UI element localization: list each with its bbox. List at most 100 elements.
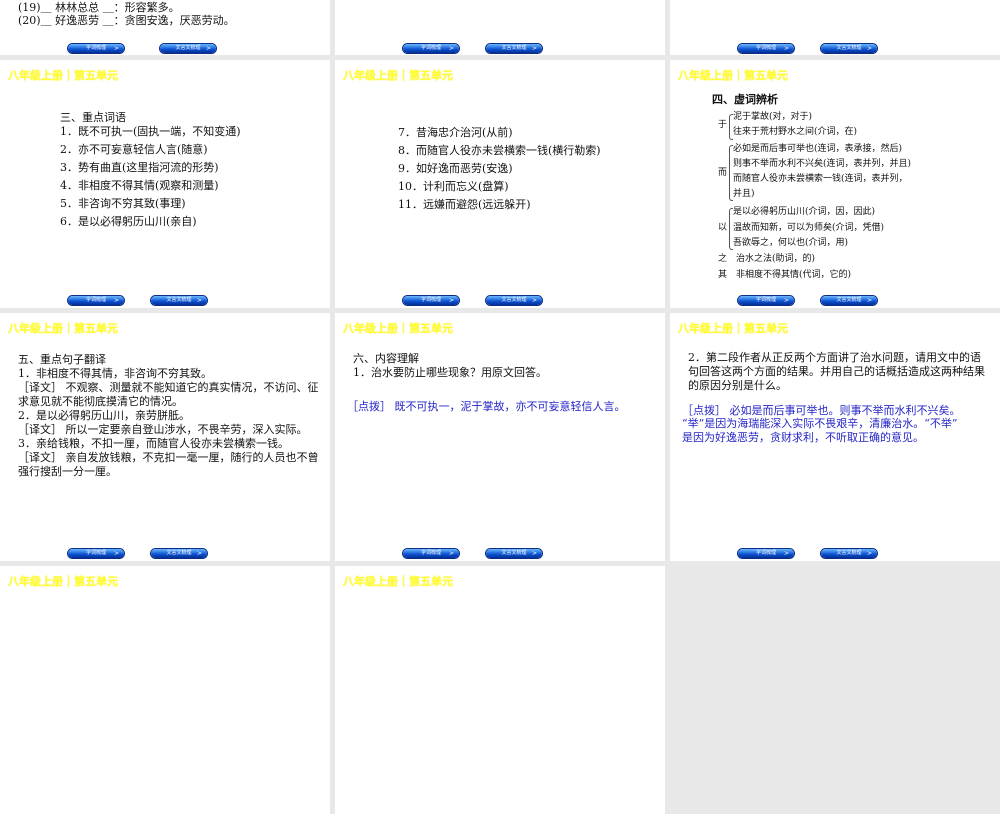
slide-thumbnail-2[interactable]: 字词梳理 > 文言文梳理 > (335, 0, 665, 55)
text-line: 2．是以必得躬历山川，亲劳胼胝。 (18, 409, 190, 422)
slide-thumbnail-6[interactable]: 八年级上册｜第五单元 四、虚词辨析 于 泥于掌故(对，对于) 往来于荒村野水之间… (670, 60, 1000, 308)
list-item: 2．亦不可妄意轻信人言(随意) (60, 143, 208, 156)
arrow-icon: > (531, 297, 537, 304)
button-label: 文言文梳理 (836, 550, 862, 556)
text-line: ［译文］ 亲自发放钱粮，不克扣一毫一厘，随行的人员也不曾 (18, 451, 319, 464)
nav-button-words[interactable]: 字词梳理 > (68, 44, 124, 53)
example-line: 则事不举而水利不兴矣(连词，表并列，并且) (733, 159, 912, 169)
button-label: 字词梳理 (755, 297, 776, 303)
list-item: 4．非相度不得其情(观察和测量) (60, 179, 219, 192)
arrow-icon: > (531, 45, 537, 52)
example-line: 非相度不得其情(代词，它的) (736, 270, 852, 280)
text-line: 强行搜刮一分一厘。 (18, 465, 117, 478)
list-item: 6．是以必得躬历山川(亲自) (60, 215, 197, 228)
arrow-icon: > (205, 45, 211, 52)
slide-header: 八年级上册｜第五单元 (343, 575, 453, 588)
text-line: ［译文］ 所以一定要亲自登山涉水，不畏辛劳，深入实际。 (18, 423, 308, 436)
button-label: 文言文梳理 (166, 550, 192, 556)
arrow-icon: > (196, 550, 202, 557)
slide-header: 八年级上册｜第五单元 (678, 322, 788, 335)
button-label: 文言文梳理 (836, 45, 862, 51)
nav-button-classical[interactable]: 文言文梳理 > (821, 549, 877, 558)
nav-button-classical[interactable]: 文言文梳理 > (821, 296, 877, 305)
slide-header: 八年级上册｜第五单元 (678, 69, 788, 82)
answer-hint: ［点拨］ 既不可执一，泥于掌故，亦不可妄意轻信人言。 (347, 400, 626, 413)
button-label: 文言文梳理 (836, 297, 862, 303)
nav-button-classical[interactable]: 文言文梳理 > (160, 44, 216, 53)
text-line: 1．非相度不得其情，非咨询不穷其致。 (18, 367, 212, 380)
slide-header: 八年级上册｜第五单元 (8, 69, 118, 82)
question-text: 句回答这两个方面的结果。并用自己的话概括造成这两种结果 (688, 365, 985, 378)
arrow-icon: > (113, 297, 119, 304)
list-item: 8．而随官人役亦未尝横索一钱(横行勒索) (398, 144, 601, 157)
arrow-icon: > (448, 550, 454, 557)
function-word: 之 (718, 254, 728, 264)
example-line: 而随官人役亦未尝横索一钱(连词，表并列， (733, 174, 908, 184)
function-word: 而 (718, 168, 728, 178)
button-label: 字词梳理 (755, 45, 776, 51)
function-word: 以 (718, 223, 728, 233)
nav-button-words[interactable]: 字词梳理 > (68, 549, 124, 558)
nav-button-words[interactable]: 字词梳理 > (403, 549, 459, 558)
arrow-icon: > (866, 297, 872, 304)
button-label: 文言文梳理 (501, 550, 527, 556)
slide-thumbnail-3[interactable]: 字词梳理 > 文言文梳理 > (670, 0, 1000, 55)
section-title: 三、重点词语 (60, 111, 126, 124)
button-label: 文言文梳理 (501, 297, 527, 303)
slide-thumbnail-11[interactable]: 八年级上册｜第五单元 (335, 566, 665, 814)
arrow-icon: > (448, 45, 454, 52)
nav-button-words[interactable]: 字词梳理 > (68, 296, 124, 305)
example-line: 温故而知新，可以为师矣(介词，凭借) (733, 223, 885, 233)
section-title: 四、虚词辨析 (712, 93, 778, 106)
question-text: 的原因分别是什么。 (688, 379, 787, 392)
example-line: 吾欲辱之，何以也(介词，用) (733, 238, 849, 248)
nav-button-words[interactable]: 字词梳理 > (403, 44, 459, 53)
nav-button-classical[interactable]: 文言文梳理 > (486, 549, 542, 558)
list-item: 9．如好逸而恶劳(安逸) (398, 162, 513, 175)
nav-button-words[interactable]: 字词梳理 > (738, 549, 794, 558)
example-line: 必如是而后事可举也(连词，表承接，然后) (733, 144, 903, 154)
nav-button-words[interactable]: 字词梳理 > (403, 296, 459, 305)
question-text: 1．治水要防止哪些现象？用原文回答。 (353, 366, 547, 379)
nav-button-classical[interactable]: 文言文梳理 > (486, 44, 542, 53)
example-line: 往来于荒村野水之间(介词，在) (733, 127, 858, 137)
slide-thumbnail-9[interactable]: 八年级上册｜第五单元 2．第二段作者从正反两个方面讲了治水问题，请用文中的语 句… (670, 313, 1000, 561)
function-word: 其 (718, 270, 728, 280)
slide-thumbnail-1[interactable]: (19)＿ 林林总总 ＿：形容繁多。 (20)＿ 好逸恶劳 ＿：贪图安逸，厌恶劳… (0, 0, 330, 55)
slide-thumbnail-8[interactable]: 八年级上册｜第五单元 六、内容理解 1．治水要防止哪些现象？用原文回答。 ［点拨… (335, 313, 665, 561)
text-line: ［译文］ 不观察、测量就不能知道它的真实情况，不访问、征 (18, 381, 319, 394)
arrow-icon: > (113, 550, 119, 557)
button-label: 文言文梳理 (175, 45, 201, 51)
text-line: (20)＿ 好逸恶劳 ＿：贪图安逸，厌恶劳动。 (18, 14, 235, 27)
section-title: 六、内容理解 (353, 352, 419, 365)
nav-button-words[interactable]: 字词梳理 > (738, 296, 794, 305)
button-label: 文言文梳理 (166, 297, 192, 303)
list-item: 1．既不可执一(固执一端，不知变通) (60, 125, 241, 138)
arrow-icon: > (113, 45, 119, 52)
slide-thumbnail-4[interactable]: 八年级上册｜第五单元 三、重点词语 1．既不可执一(固执一端，不知变通) 2．亦… (0, 60, 330, 308)
nav-button-classical[interactable]: 文言文梳理 > (486, 296, 542, 305)
arrow-icon: > (866, 45, 872, 52)
arrow-icon: > (783, 550, 789, 557)
nav-button-words[interactable]: 字词梳理 > (738, 44, 794, 53)
arrow-icon: > (783, 45, 789, 52)
nav-button-classical[interactable]: 文言文梳理 > (821, 44, 877, 53)
arrow-icon: > (531, 550, 537, 557)
slide-thumbnail-7[interactable]: 八年级上册｜第五单元 五、重点句子翻译 1．非相度不得其情，非咨询不穷其致。 ［… (0, 313, 330, 561)
example-line: 是以必得躬历山川(介词，因，因此) (733, 207, 876, 217)
answer-hint: 是因为好逸恶劳，贪财求利，不听取正确的意见。 (682, 431, 924, 444)
function-word: 于 (718, 120, 728, 130)
button-label: 字词梳理 (85, 45, 106, 51)
question-text: 2．第二段作者从正反两个方面讲了治水问题，请用文中的语 (688, 351, 981, 364)
slide-header: 八年级上册｜第五单元 (343, 322, 453, 335)
slide-thumbnail-10[interactable]: 八年级上册｜第五单元 (0, 566, 330, 814)
example-line: 并且) (733, 189, 755, 199)
slide-thumbnail-5[interactable]: 八年级上册｜第五单元 7．昔海忠介治河(从前) 8．而随官人役亦未尝横索一钱(横… (335, 60, 665, 308)
text-line: 3．亲给钱粮，不扣一厘，而随官人役亦未尝横索一钱。 (18, 437, 289, 450)
nav-button-classical[interactable]: 文言文梳理 > (151, 296, 207, 305)
example-line: 治水之法(助词，的) (736, 254, 816, 264)
nav-button-classical[interactable]: 文言文梳理 > (151, 549, 207, 558)
list-item: 10．计利而忘义(盘算) (398, 180, 509, 193)
answer-hint: “举”是因为海瑞能深入实际不畏艰辛，清廉治水。“不举” (682, 417, 958, 430)
example-line: 泥于掌故(对，对于) (733, 112, 813, 122)
